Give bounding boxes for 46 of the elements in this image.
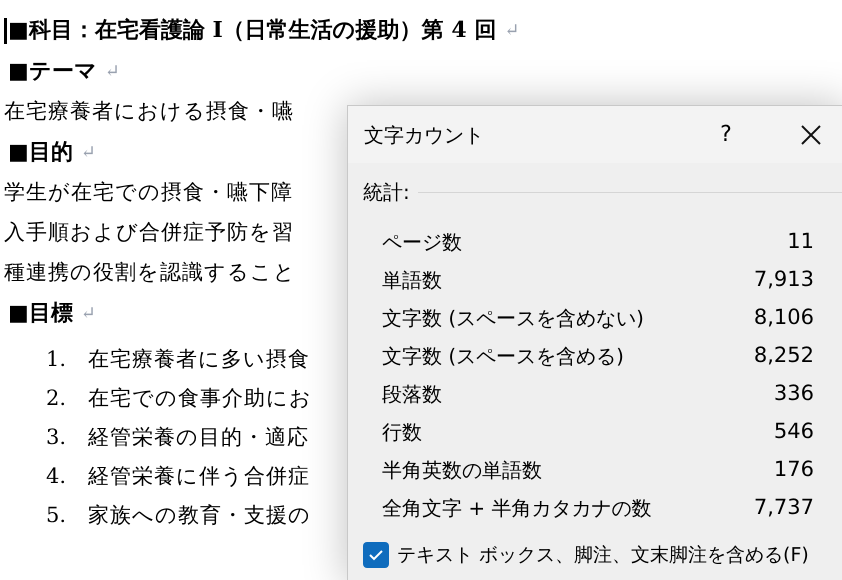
list-number: 4.	[46, 462, 68, 490]
dialog-title: 文字カウント	[364, 122, 485, 148]
stat-value: 8,106	[754, 304, 814, 332]
paragraph-mark: ↵	[80, 141, 96, 165]
stat-value: 7,913	[754, 266, 814, 294]
stat-value: 176	[774, 456, 814, 484]
list-number: 3.	[46, 424, 68, 451]
include-checkbox[interactable]	[363, 542, 389, 568]
list-number: 1.	[46, 346, 68, 373]
stat-value: 546	[774, 418, 814, 446]
stat-label: 文字数 (スペースを含めない)	[382, 305, 644, 332]
paragraph-mark: ↵	[80, 302, 96, 326]
list-text: 在宅での食事介助にお	[88, 384, 312, 412]
text-cursor-icon	[4, 18, 7, 44]
list-text: 家族への教育・支援の	[88, 502, 311, 529]
list-text: 経管栄養の目的・適応	[88, 424, 309, 451]
heading-text: ■テーマ	[8, 57, 97, 86]
stat-label: 行数	[382, 419, 422, 446]
body-text: 入手順および合併症予防を習	[4, 219, 294, 246]
stat-label: 全角文字 + 半角カタカナの数	[382, 495, 652, 522]
heading-text: ■目標	[8, 299, 73, 328]
stat-label: 単語数	[382, 267, 442, 294]
stat-value: 336	[774, 380, 814, 408]
list-text: 経管栄養に伴う合併症	[88, 462, 310, 490]
help-button[interactable]: ?	[706, 118, 746, 151]
checkbox-label: テキスト ボックス、脚注、文末脚注を含める(F)	[397, 543, 809, 568]
list-text: 在宅療養者に多い摂食	[88, 346, 310, 373]
close-icon	[800, 124, 822, 146]
stat-value: 7,737	[754, 494, 814, 522]
body-text: 在宅療養者における摂食・嚥	[4, 98, 294, 126]
heading-text: ■目的	[8, 138, 73, 167]
stat-label: 段落数	[382, 381, 442, 408]
stat-label: 文字数 (スペースを含める)	[382, 343, 624, 370]
stat-value: 8,252	[754, 342, 814, 370]
paragraph-mark: ↵	[104, 60, 120, 84]
section-label: 統計:	[363, 179, 410, 206]
heading-text: ■科目：在宅看護論 I（日常生活の援助）第 4 回	[8, 16, 496, 45]
stat-value: 11	[787, 228, 814, 256]
stat-label: 半角英数の単語数	[382, 457, 542, 484]
body-text: 学生が在宅での摂食・嚥下障	[4, 179, 293, 206]
list-number: 2.	[46, 384, 68, 412]
body-text: 種連携の役割を認識すること	[4, 259, 296, 286]
paragraph-mark: ↵	[504, 19, 520, 43]
stat-label: ページ数	[382, 229, 462, 256]
list-number: 5.	[46, 502, 68, 529]
check-icon	[368, 549, 384, 562]
